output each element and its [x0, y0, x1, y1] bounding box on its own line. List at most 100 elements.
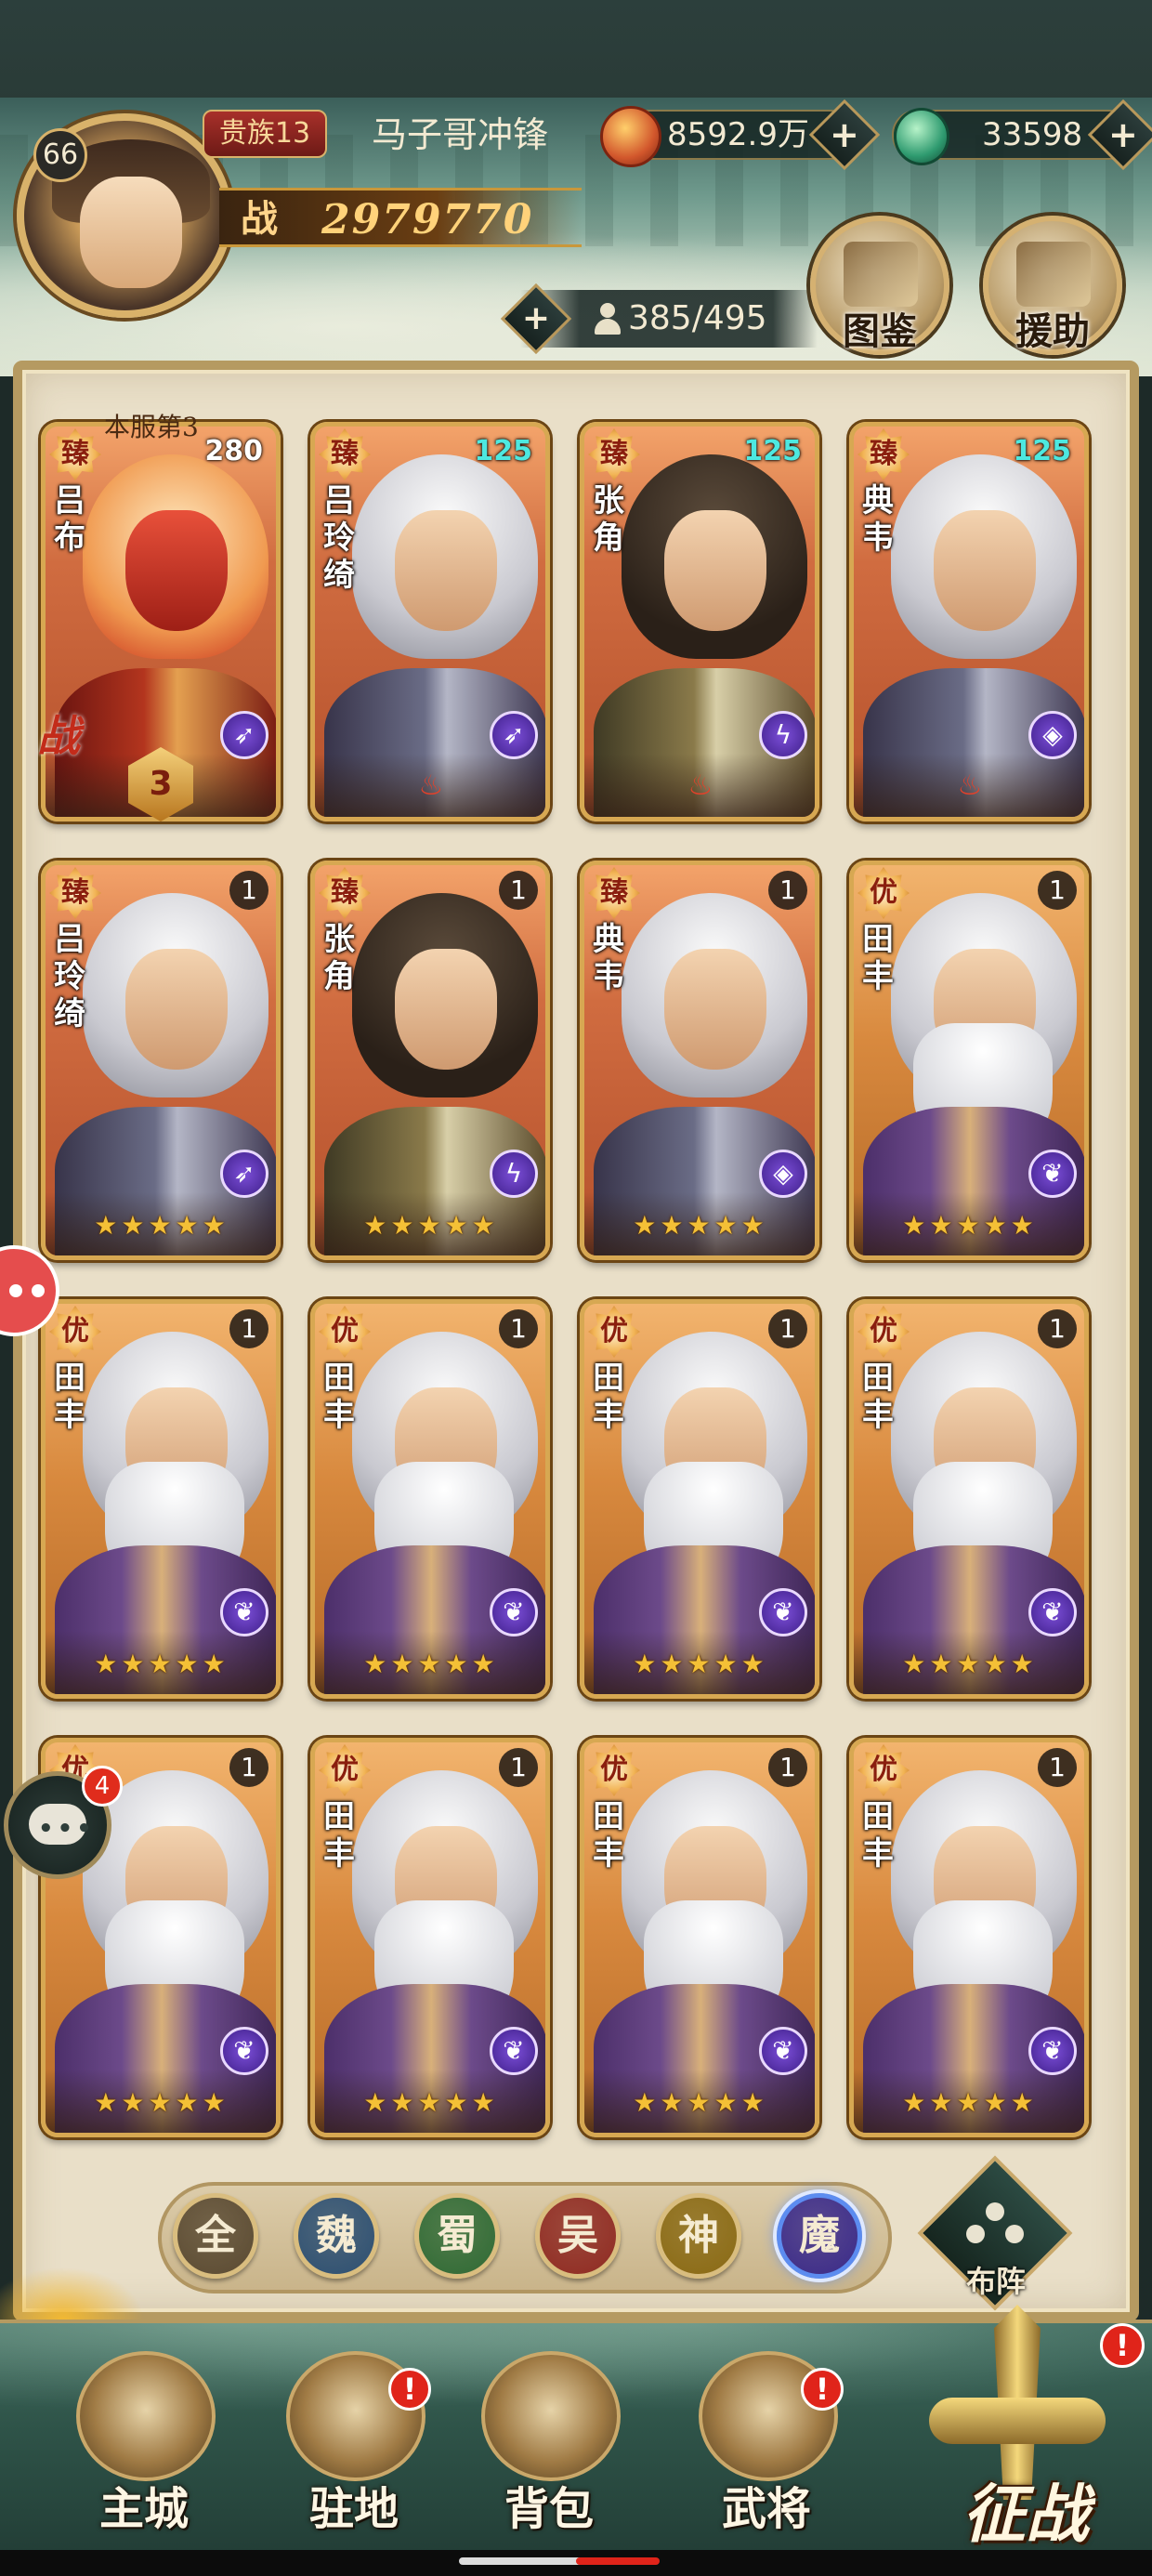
hero-name: 典韦 [593, 921, 624, 995]
faction-filter-3[interactable]: 吴 [535, 2193, 621, 2279]
gold-coin-icon [600, 106, 661, 167]
leaf-icon: ❦ [490, 2027, 538, 2075]
home-gesture-pill[interactable] [459, 2557, 589, 2565]
star-rating: ★★★★★ [902, 2087, 1038, 2118]
jade-icon [894, 108, 949, 165]
hero-level: 1 [768, 1748, 807, 1787]
hero-card[interactable]: 臻 1 张角 ϟ ★★★★★ [310, 861, 550, 1260]
bow-icon: ➶ [220, 711, 268, 759]
battle-stamp: 战 [37, 711, 80, 761]
hero-card[interactable]: 优1田丰❦★★★★★ [580, 1299, 819, 1699]
formation-icon [966, 2202, 1024, 2249]
expedition-alert-badge: ! [1100, 2323, 1145, 2368]
nav-garrison[interactable]: ! 驻地 [266, 2333, 442, 2535]
hero-level: 1 [1038, 1309, 1077, 1348]
nav-generals[interactable]: ! 武将 [678, 2333, 855, 2535]
hero-name: 田丰 [323, 1798, 355, 1873]
star-rating: ★★★★★ [363, 2087, 499, 2118]
codex-button[interactable]: 图鉴 [810, 216, 949, 355]
hero-name: 田丰 [862, 1360, 894, 1434]
combat-power-bar: 战 2979770 [219, 188, 582, 247]
hero-card[interactable]: 臻 1 吕玲绮 ➶ ★★★★★ [41, 861, 281, 1260]
star-rating: ★★★★★ [94, 1210, 229, 1241]
hero-card[interactable]: 臻 125 吕玲绮 ➶ ♨ [310, 422, 550, 821]
book-icon [844, 242, 918, 307]
star-rating: ★★★★★ [633, 1210, 768, 1241]
server-rank-label: 本服第3 [104, 412, 199, 442]
hero-card[interactable]: 优1田丰❦★★★★★ [310, 1738, 550, 2137]
star-rating: ★★★★★ [94, 1649, 229, 1679]
faction-filter-4[interactable]: 神 [656, 2193, 741, 2279]
faction-filter-1[interactable]: 魏 [294, 2193, 379, 2279]
player-name: 马子哥冲锋 [371, 114, 548, 155]
flame-icon: ♨ [957, 769, 983, 802]
hero-level: 1 [499, 1748, 538, 1787]
hero-capacity-value: 385/495 [628, 299, 767, 337]
leaf-icon: ❦ [220, 1588, 268, 1636]
hero-rank-badge: 优 [588, 1306, 640, 1358]
hero-card[interactable]: 臻 125 典韦 ◈ ♨ [849, 422, 1089, 821]
hero-level: 1 [229, 1748, 268, 1787]
star-rating: ★★★★★ [902, 1649, 1038, 1679]
person-icon [595, 303, 621, 335]
nav-backpack[interactable]: 背包 [461, 2333, 637, 2535]
hero-card[interactable]: 优1田丰❦★★★★★ [849, 861, 1089, 1260]
staff-icon: ϟ [490, 1150, 538, 1198]
hero-name: 吕布 [54, 482, 85, 557]
faction-filter-2[interactable]: 蜀 [414, 2193, 500, 2279]
hero-name: 田丰 [862, 1798, 894, 1873]
hero-rank-badge: 优 [857, 1306, 910, 1358]
gold-resource: 8592.9万 + [600, 99, 881, 171]
faction-filter-5[interactable]: 魔 [777, 2193, 862, 2279]
power-icon: 战 [241, 198, 278, 241]
bow-icon: ➶ [490, 711, 538, 759]
hero-level: 125 [743, 435, 802, 467]
bow-icon: ➶ [220, 1150, 268, 1198]
expedition-label: 征战 [962, 2477, 1089, 2552]
hero-name: 田丰 [593, 1798, 624, 1873]
flame-icon: ♨ [418, 769, 444, 802]
leaf-icon: ❦ [220, 2027, 268, 2075]
hero-level: 1 [229, 1309, 268, 1348]
jade-resource: 33598 + [892, 99, 1152, 171]
hero-card[interactable]: 优1田丰❦★★★★★ [849, 1738, 1089, 2137]
nav-main-city-label: 主城 [98, 2483, 189, 2535]
star-rating: ★★★★★ [94, 2087, 229, 2118]
fist-icon [1016, 242, 1091, 307]
hero-card[interactable]: 臻 1 典韦 ◈ ★★★★★ [580, 861, 819, 1260]
shield-icon: ◈ [759, 1150, 807, 1198]
leaf-icon: ❦ [1028, 2027, 1077, 2075]
hero-rank-badge: 臻 [588, 867, 640, 919]
star-rating: ★★★★★ [363, 1210, 499, 1241]
noble-rank-badge[interactable]: 贵族13 [203, 110, 327, 158]
combat-power-value: 2979770 [321, 196, 534, 243]
hero-level: 1 [499, 1309, 538, 1348]
hero-name: 吕玲绮 [54, 921, 85, 1032]
assist-button[interactable]: 援助 [983, 216, 1122, 355]
chat-unread-badge: 4 [82, 1766, 123, 1807]
hero-level: 125 [474, 435, 532, 467]
star-rating: ★★★★★ [902, 1210, 1038, 1241]
shield-icon: ◈ [1028, 711, 1077, 759]
assist-label: 援助 [1015, 309, 1090, 353]
leaf-icon: ❦ [490, 1588, 538, 1636]
faction-filter-0[interactable]: 全 [173, 2193, 258, 2279]
hero-card[interactable]: 优1田丰❦★★★★★ [849, 1299, 1089, 1699]
nav-main-city[interactable]: 主城 [56, 2333, 232, 2535]
hero-name: 吕玲绮 [323, 482, 355, 594]
castle-icon [76, 2351, 216, 2481]
leaf-icon: ❦ [759, 2027, 807, 2075]
hero-name: 典韦 [862, 482, 894, 557]
hero-level: 1 [1038, 1748, 1077, 1787]
star-rating: ★★★★★ [633, 2087, 768, 2118]
hero-card[interactable]: 优1田丰❦★★★★★ [310, 1299, 550, 1699]
hero-level: 1 [768, 1309, 807, 1348]
leaf-icon: ❦ [1028, 1150, 1077, 1198]
hero-level: 1 [499, 871, 538, 910]
hero-card[interactable]: 优1田丰❦★★★★★ [580, 1738, 819, 2137]
generals-alert-badge: ! [801, 2368, 844, 2411]
hero-card[interactable]: 优1田丰❦★★★★★ [41, 1299, 281, 1699]
nav-garrison-label: 驻地 [308, 2483, 399, 2535]
codex-label: 图鉴 [843, 309, 917, 353]
hero-card[interactable]: 臻 125 张角 ϟ ♨ [580, 422, 819, 821]
